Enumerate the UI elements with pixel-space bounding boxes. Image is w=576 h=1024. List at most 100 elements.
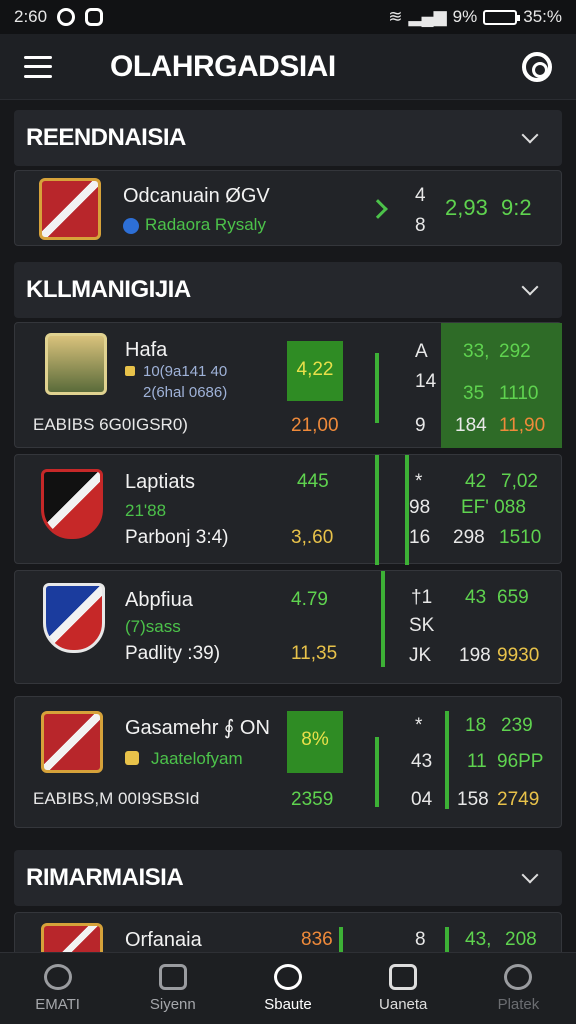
menu-icon[interactable] [24, 55, 52, 78]
main-content: REENDNAISIA Odcanuain ØGV Radaora Rysaly… [0, 100, 576, 952]
odds-box[interactable]: 4,22 [287, 341, 343, 401]
col-value-3: JK [409, 645, 432, 666]
match-card-2[interactable]: Hafa 10(9a141 40 2(6hal 0686) EABIBS 6G0… [14, 322, 562, 448]
divider-bar [375, 353, 379, 423]
odds-value-2: 11,35 [291, 643, 338, 664]
search-icon [43, 964, 72, 990]
odds-value-1: 445 [297, 471, 329, 492]
divider-bar [375, 737, 379, 807]
briefcase-icon [158, 964, 187, 990]
odds-value-1: 2,93 [445, 195, 488, 220]
row1-b: 239 [501, 715, 533, 736]
team-crest [41, 469, 103, 539]
divider-bar [375, 455, 379, 565]
team-record: Padlity :39) [125, 643, 221, 664]
match-card-6[interactable]: Orfanaia 836 8 43, 208 [14, 912, 562, 952]
section-header-1[interactable]: REENDNAISIA [14, 110, 562, 166]
match-card-4[interactable]: Abpfiua (7)sass Padlity :39) 4.79 11,35 … [14, 570, 562, 684]
row1-a: 43, [465, 929, 492, 950]
tab-label: EMATI [35, 996, 80, 1013]
battery-icon [483, 9, 521, 25]
team-name: Gasamehr ∮ ON [125, 717, 270, 739]
league-icon [123, 218, 139, 234]
col-value-2: SK [409, 615, 435, 636]
col-value-2: 98 [409, 497, 431, 518]
team-subtitle: Jaatelofyam [151, 749, 243, 768]
team-subtitle: Radaora Rysaly [145, 215, 266, 234]
tab-label: Uaneta [379, 996, 428, 1013]
row1-a: 33, [463, 341, 490, 362]
section-label: RIMARMAISIA [26, 864, 184, 891]
odds-value-2: 3,.60 [291, 527, 334, 548]
match-card-1[interactable]: Odcanuain ØGV Radaora Rysaly 4 8 2,93 9:… [14, 170, 562, 246]
tab-uaneta[interactable]: Uaneta [346, 953, 461, 1024]
app-bar: OLAHRGADSIAI [0, 34, 576, 100]
section-label: REENDNAISIA [26, 124, 186, 151]
team-name: Orfanaia [125, 929, 202, 951]
team-subtitle: (7)sass [125, 617, 181, 636]
stat-top: 4 [415, 185, 426, 206]
section-header-2[interactable]: KLLMANIGIJIA [14, 262, 562, 318]
row2-a: 11 [467, 751, 487, 772]
row1-a: 42 [465, 471, 487, 492]
col-value-1: A [415, 341, 428, 362]
settings-icon[interactable] [522, 51, 552, 82]
chevron-down-icon [521, 866, 539, 884]
row1-b: 208 [505, 929, 537, 950]
odds-value-1: 4.79 [291, 589, 328, 610]
row2: EF' 088 [461, 497, 526, 518]
team-subtitle: 21'88 [125, 501, 167, 520]
divider-bar [381, 571, 385, 667]
team-record: Parbonj 3:4) [125, 527, 229, 548]
team-crest [43, 583, 105, 653]
stat-bottom: 8 [415, 215, 426, 236]
section-header-3[interactable]: RIMARMAISIA [14, 850, 562, 906]
row2-b: 96PP [497, 751, 544, 772]
row1-a: 43 [465, 587, 487, 608]
odds-value: 836 [301, 929, 333, 950]
tab-siyenn[interactable]: Siyenn [115, 953, 230, 1024]
team-name: Abpfiua [125, 589, 193, 611]
row3-a: 158 [457, 789, 489, 810]
row2-b: 1110 [499, 383, 539, 404]
match-card-3[interactable]: Laptiats 21'88 Parbonj 3:4) 445 3,.60 * … [14, 454, 562, 565]
signal-icon: ▂▄▆ [408, 7, 447, 26]
odds-box[interactable]: 8% [287, 711, 343, 773]
bottom-navigation: EMATI Siyenn Sbaute Uaneta Platek [0, 952, 576, 1024]
notification-icon [57, 8, 76, 26]
row1-b: 292 [499, 341, 531, 362]
tab-label: Sbaute [264, 996, 312, 1013]
team-name: Odcanuain ØGV [123, 185, 270, 207]
row1-b: 7,02 [501, 471, 538, 492]
team-name: Hafa [125, 339, 168, 361]
tab-sbaute[interactable]: Sbaute [230, 953, 345, 1024]
status-time: 2:60 [14, 7, 48, 26]
match-footer: EABIBS,M 00I9SBSId [33, 789, 200, 808]
odds-value-2: 9:2 [501, 195, 532, 220]
tab-label: Platek [497, 996, 540, 1013]
row3-b: 11,90 [499, 415, 546, 436]
chevron-down-icon [521, 278, 539, 296]
app-notification-icon [85, 8, 104, 26]
odds-value: 2359 [291, 789, 334, 810]
team-crest [41, 923, 103, 952]
row1-a: 18 [465, 715, 487, 736]
match-card-5[interactable]: Gasamehr ∮ ON Jaatelofyam EABIBS,M 00I9S… [14, 696, 562, 828]
tab-emati[interactable]: EMATI [0, 953, 115, 1024]
col-value-2: 43 [411, 751, 433, 772]
col-value-1: * [415, 471, 423, 492]
detail-line-2: 2(6hal 0686) [143, 384, 228, 401]
col-value-2: 14 [415, 371, 437, 392]
chevron-down-icon [521, 126, 539, 144]
col-value-3: 9 [415, 415, 426, 436]
info-icon [125, 366, 135, 376]
chevron-right-icon [368, 199, 388, 219]
divider-bar [445, 711, 449, 809]
app-title: OLAHRGADSIAI [110, 49, 336, 83]
row3-b: 1510 [499, 527, 542, 548]
row1-b: 659 [497, 587, 529, 608]
tab-platek[interactable]: Platek [461, 953, 576, 1024]
tab-label: Siyenn [149, 996, 196, 1013]
divider-bar [445, 927, 449, 952]
row3-a: 198 [459, 645, 491, 666]
